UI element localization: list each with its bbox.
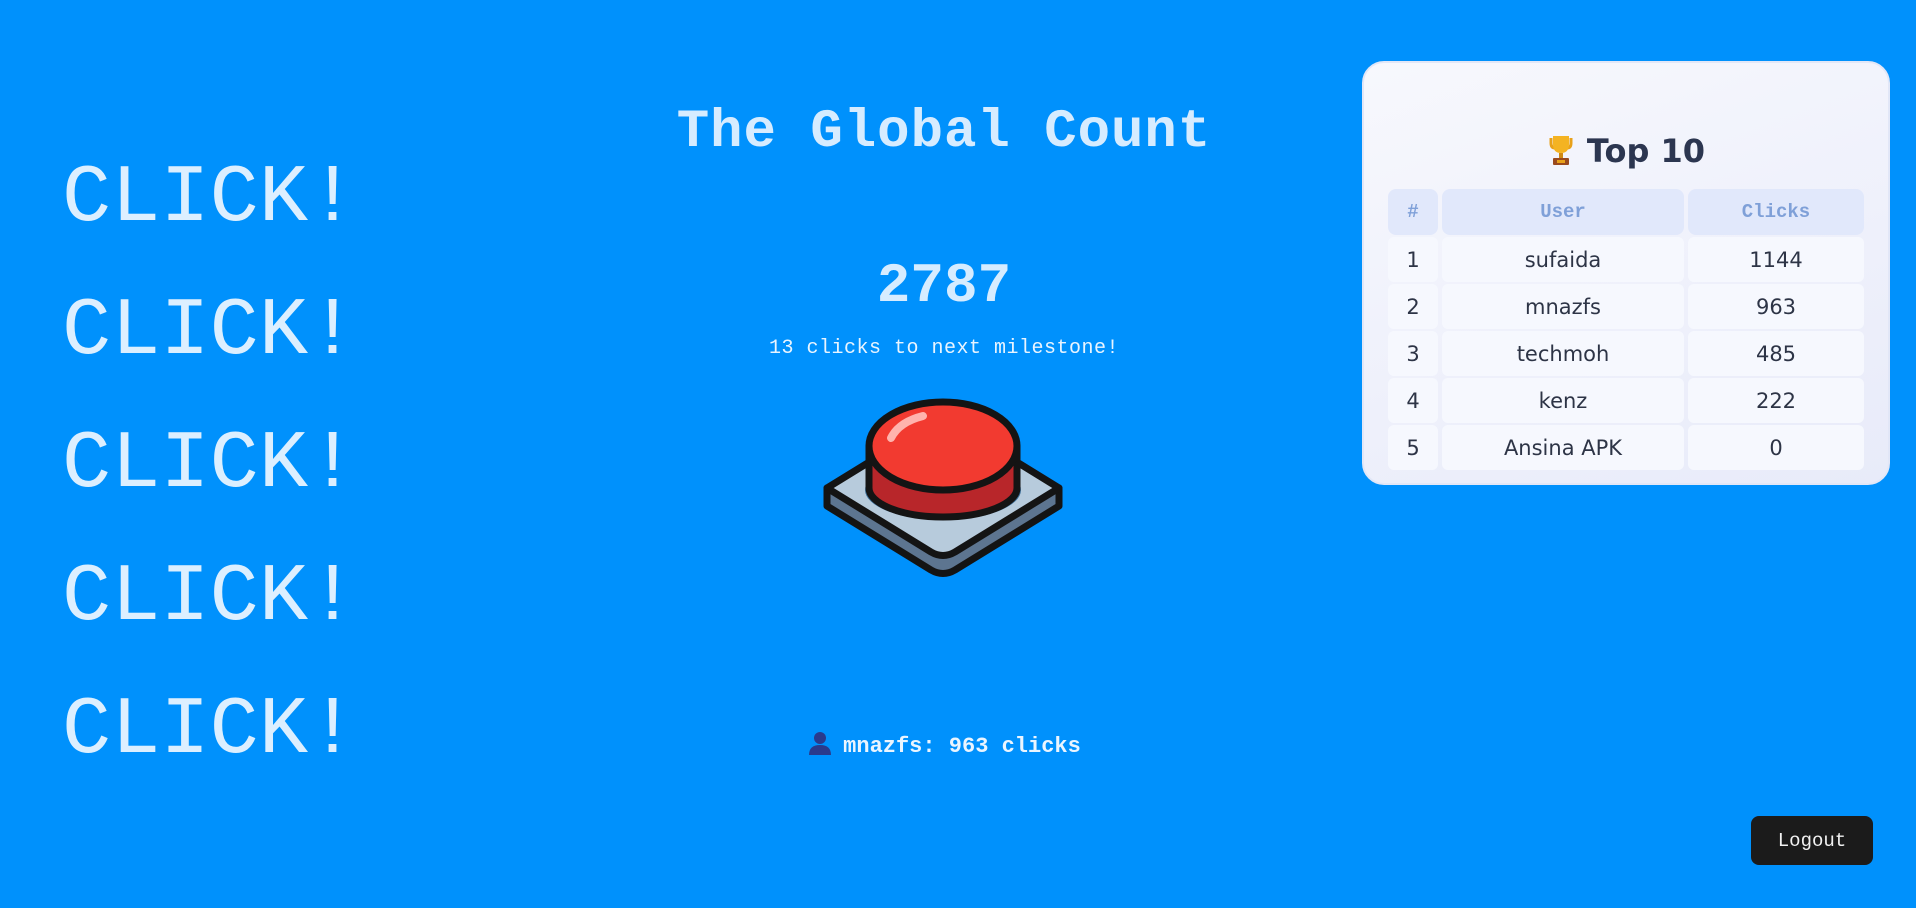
red-push-button-icon: [823, 398, 1063, 577]
table-row: 5 Ansina APK 0: [1388, 425, 1864, 470]
user-cell: sufaida: [1442, 237, 1684, 282]
leaderboard-title-text: Top 10: [1586, 132, 1706, 170]
big-red-click-button[interactable]: [821, 388, 1065, 578]
trophy-icon: [1547, 131, 1575, 179]
logout-button[interactable]: Logout: [1751, 816, 1873, 865]
clicks-cell: 222: [1688, 378, 1864, 423]
rank-cell: 5: [1388, 425, 1438, 470]
click-word: CLICK!: [62, 551, 358, 644]
column-header-user: User: [1442, 189, 1684, 235]
column-header-clicks: Clicks: [1688, 189, 1864, 235]
table-row: 2 mnazfs 963: [1388, 284, 1864, 329]
decorative-click-text: CLICK! CLICK! CLICK! CLICK! CLICK!: [62, 132, 357, 797]
clicks-cell: 1144: [1688, 237, 1864, 282]
current-user-stats: mnazfs: 963 clicks: [0, 730, 1888, 763]
table-row: 1 sufaida 1144: [1388, 237, 1864, 282]
rank-cell: 2: [1388, 284, 1438, 329]
column-header-rank: #: [1388, 189, 1438, 235]
rank-cell: 1: [1388, 237, 1438, 282]
leaderboard-panel: Top 10 # User Clicks 1 sufaida 1144 2 mn…: [1362, 61, 1890, 485]
clicks-cell: 963: [1688, 284, 1864, 329]
table-row: 3 techmoh 485: [1388, 331, 1864, 376]
clicks-cell: 0: [1688, 425, 1864, 470]
leaderboard-table: # User Clicks 1 sufaida 1144 2 mnazfs 96…: [1384, 187, 1868, 472]
rank-cell: 3: [1388, 331, 1438, 376]
leaderboard-title: Top 10: [1388, 127, 1864, 175]
table-header-row: # User Clicks: [1388, 189, 1864, 235]
user-cell: mnazfs: [1442, 284, 1684, 329]
user-cell: techmoh: [1442, 331, 1684, 376]
user-cell: Ansina APK: [1442, 425, 1684, 470]
person-icon: [807, 730, 833, 763]
table-row: 4 kenz 222: [1388, 378, 1864, 423]
current-user-text: mnazfs: 963 clicks: [843, 734, 1081, 759]
click-word: CLICK!: [62, 418, 358, 511]
rank-cell: 4: [1388, 378, 1438, 423]
clicks-cell: 485: [1688, 331, 1864, 376]
user-cell: kenz: [1442, 378, 1684, 423]
